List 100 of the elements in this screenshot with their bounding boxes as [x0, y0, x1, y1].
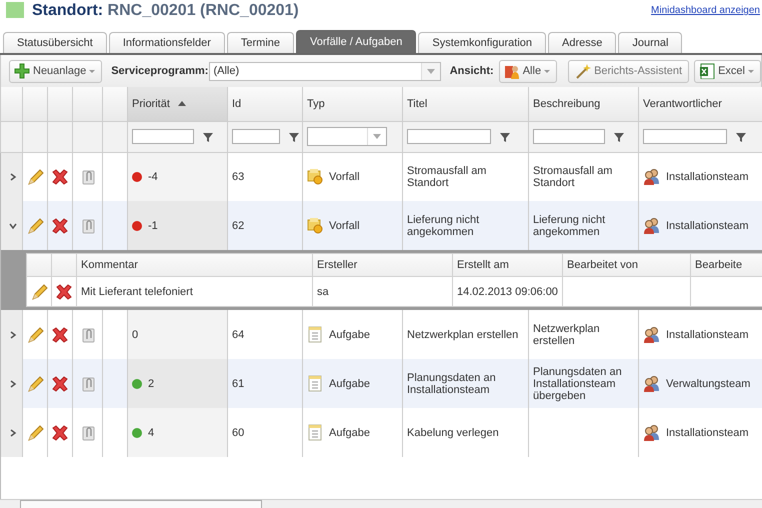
column-header[interactable]: Beschreibung — [528, 87, 638, 121]
attachment-icon[interactable] — [80, 376, 96, 392]
tab[interactable]: Journal — [618, 32, 682, 53]
column-header[interactable]: Titel — [402, 87, 528, 121]
table-cell: 2 — [148, 378, 154, 390]
plus-icon — [14, 63, 30, 79]
table-cell: Installationsteam — [666, 220, 749, 232]
caret-icon — [748, 70, 754, 72]
team-icon — [643, 168, 660, 186]
attachment-icon[interactable] — [80, 424, 96, 440]
table-cell: 0 — [132, 328, 138, 340]
column-header: Bearbeitet von — [567, 259, 638, 271]
column-header: Ersteller — [317, 259, 358, 271]
team-icon — [643, 217, 660, 234]
team-icon — [643, 424, 660, 441]
pencil-icon[interactable] — [26, 218, 44, 234]
attachment-icon[interactable] — [80, 168, 96, 185]
task-document-icon — [307, 375, 323, 392]
expand-chevron-icon[interactable] — [9, 428, 17, 436]
collapse-chevron-icon[interactable] — [9, 222, 17, 230]
table-cell: Stromausfall am Standort — [407, 164, 486, 189]
filter-icon[interactable] — [735, 130, 747, 142]
table-cell: Aufgabe — [329, 378, 370, 390]
pencil-icon[interactable] — [26, 168, 44, 185]
dashboard-link[interactable]: Minidashboard anzeigen — [651, 5, 760, 16]
team-icon — [643, 326, 660, 343]
table-cell: 64 — [232, 328, 244, 340]
filter-icon[interactable] — [202, 130, 214, 142]
sort-ascending-icon — [178, 101, 186, 106]
column-header[interactable]: Id — [228, 87, 302, 121]
column-header: Kommentar — [81, 259, 138, 271]
table-cell: Lieferung nicht angekommen — [407, 214, 480, 238]
column-header[interactable]: Verantwortlicher — [638, 87, 762, 121]
table-cell: 14.02.2013 09:06:00 — [457, 286, 558, 298]
team-icon — [643, 375, 660, 392]
table-cell: Lieferung nicht angekommen — [533, 214, 606, 238]
table-cell: Kabelung verlegen — [407, 426, 499, 438]
filter-field[interactable] — [407, 129, 491, 144]
program-dropdown[interactable]: (Alle) — [209, 62, 441, 80]
tab[interactable]: Vorfälle / Aufgaben — [296, 30, 416, 53]
site-icon — [6, 2, 24, 18]
expand-chevron-icon[interactable] — [9, 330, 17, 338]
delete-icon[interactable] — [51, 168, 69, 185]
filter-icon[interactable] — [288, 130, 300, 142]
pencil-icon[interactable] — [26, 376, 44, 392]
table-cell: Planungsdaten an Installationsteam übergeben — [533, 366, 622, 402]
delete-icon[interactable] — [51, 218, 69, 234]
attachment-icon[interactable] — [80, 326, 96, 342]
table-cell: Mit Lieferant telefoniert — [81, 286, 193, 298]
table-cell: Installationsteam — [666, 426, 749, 438]
tab[interactable]: Systemkonfiguration — [418, 32, 546, 53]
pencil-icon[interactable] — [26, 326, 44, 342]
pencil-icon[interactable] — [26, 424, 44, 440]
attachment-icon[interactable] — [80, 218, 96, 234]
table-cell: Vorfall — [329, 220, 360, 232]
table-cell: Installationsteam — [666, 170, 749, 183]
delete-icon[interactable] — [51, 326, 69, 342]
delete-icon[interactable] — [55, 284, 73, 300]
page-title: Standort: RNC_00201 (RNC_00201) — [32, 1, 299, 21]
table-cell: sa — [317, 286, 329, 298]
wand-icon — [575, 63, 592, 79]
table-cell: Netzwerkplan erstellen — [533, 322, 600, 346]
delete-icon[interactable] — [51, 376, 69, 392]
filter-icon[interactable] — [499, 130, 511, 142]
filter-field[interactable] — [232, 129, 280, 144]
table-cell: 63 — [232, 170, 244, 183]
table-cell: Vorfall — [329, 170, 360, 183]
view-button[interactable]: Alle — [498, 60, 558, 82]
tab[interactable]: Adresse — [548, 32, 616, 53]
filter-icon[interactable] — [613, 130, 625, 142]
delete-icon[interactable] — [51, 424, 69, 440]
caret-icon — [544, 70, 550, 72]
filter-field[interactable] — [533, 129, 605, 144]
excel-button[interactable]: Excel — [694, 60, 761, 82]
table-cell: 61 — [232, 378, 244, 390]
column-header[interactable]: Typ — [302, 87, 402, 121]
table-cell: Installationsteam — [666, 328, 749, 340]
table-cell: -1 — [148, 220, 158, 232]
table-cell: Verwaltungsteam — [666, 378, 750, 390]
column-header: Bearbeite — [695, 259, 742, 271]
column-header[interactable]: Priorität — [128, 87, 228, 121]
report-wizard-button[interactable]: Berichts-Assistent — [568, 60, 690, 82]
filter-field[interactable] — [132, 129, 194, 144]
tab[interactable]: Informationsfelder — [108, 32, 225, 53]
table-cell: 4 — [148, 426, 154, 438]
people-icon — [504, 63, 520, 79]
pencil-icon[interactable] — [30, 284, 48, 300]
expand-chevron-icon[interactable] — [9, 380, 17, 388]
tab[interactable]: Statusübersicht — [3, 32, 107, 53]
incident-folder-icon — [307, 217, 323, 234]
filter-dropdown[interactable] — [307, 127, 387, 146]
table-cell: Stromausfall am Standort — [533, 164, 612, 189]
horizontal-scrollbar[interactable] — [0, 499, 762, 508]
table-cell: Aufgabe — [329, 426, 370, 438]
filter-field[interactable] — [643, 129, 727, 144]
dropdown-arrow-icon — [426, 68, 435, 74]
expand-chevron-icon[interactable] — [9, 172, 17, 181]
table-cell: 62 — [232, 220, 244, 232]
new-button[interactable]: Neuanlage — [9, 60, 102, 82]
tab[interactable]: Termine — [226, 32, 294, 53]
